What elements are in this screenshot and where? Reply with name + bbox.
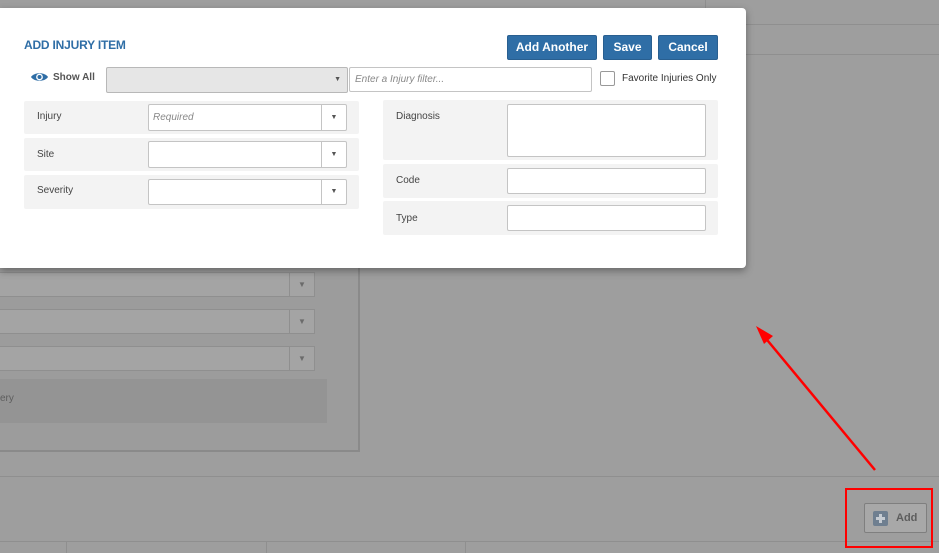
type-input[interactable] [507,205,706,231]
add-another-button[interactable]: Add Another [507,35,597,60]
chevron-down-icon: ▼ [334,76,341,83]
chevron-down-icon: ▼ [321,180,346,204]
code-row: Code [383,164,718,198]
injury-label: Injury [37,111,62,122]
site-label: Site [37,149,55,160]
severity-label: Severity [37,185,74,196]
type-label: Type [396,213,418,224]
injury-placeholder: Required [153,112,194,123]
severity-row: Severity ▼ [24,175,359,209]
save-button[interactable]: Save [603,35,652,60]
eye-icon [31,73,48,81]
checkbox-box[interactable] [600,71,615,86]
diagnosis-row: Diagnosis [383,100,718,160]
cancel-button[interactable]: Cancel [658,35,718,60]
injury-filter-input[interactable]: Enter a Injury filter... [349,67,592,92]
favorite-injuries-checkbox[interactable]: Favorite Injuries Only [600,71,716,86]
diagnosis-textarea[interactable] [507,104,706,157]
site-select[interactable]: ▼ [148,141,347,168]
show-all-label: Show All [53,71,95,83]
site-row: Site ▼ [24,138,359,171]
injury-select[interactable]: Required ▼ [148,104,347,131]
show-all-toggle[interactable]: Show All [30,70,95,84]
chevron-down-icon: ▼ [321,142,346,167]
injury-category-select[interactable]: ▼ [106,67,348,93]
add-injury-modal: ADD INJURY ITEM Add Another Save Cancel … [0,8,746,268]
diagnosis-label: Diagnosis [396,111,440,122]
code-input[interactable] [507,168,706,194]
type-row: Type [383,201,718,235]
chevron-down-icon: ▼ [321,105,346,130]
injury-row: Injury Required ▼ [24,101,359,134]
code-label: Code [396,175,420,186]
favorite-injuries-label: Favorite Injuries Only [622,73,717,84]
severity-select[interactable]: ▼ [148,179,347,205]
modal-title: ADD INJURY ITEM [24,38,126,52]
